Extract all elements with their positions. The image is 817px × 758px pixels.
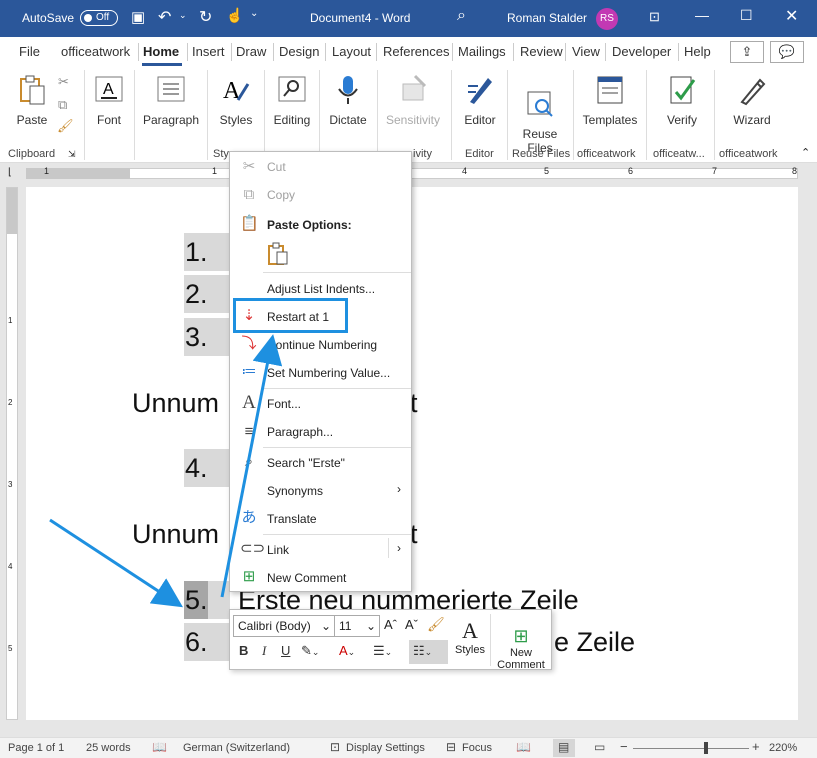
focus-icon: ⊟ (446, 740, 457, 754)
focus-mode[interactable]: Focus (462, 742, 492, 754)
status-bar: Page 1 of 1 25 words 📖 German (Switzerla… (0, 737, 817, 758)
zoom-slider[interactable] (633, 748, 749, 749)
zoom-out-icon[interactable]: − (620, 739, 628, 754)
word-count[interactable]: 25 words (86, 742, 131, 754)
display-settings-icon: ⊡ (330, 740, 341, 754)
arrow-to-item-5 (49, 518, 184, 608)
display-settings[interactable]: Display Settings (346, 742, 425, 754)
proofing-icon[interactable]: 📖 (152, 740, 167, 754)
read-mode-icon[interactable]: 📖 (516, 740, 531, 754)
zoom-slider-thumb[interactable] (704, 742, 708, 754)
annotation-arrows (49, 334, 283, 608)
zoom-in-icon[interactable]: + (752, 739, 760, 754)
arrow-to-restart-at-1 (220, 334, 283, 598)
print-layout-icon[interactable]: ▤ (558, 740, 569, 754)
language[interactable]: German (Switzerland) (183, 742, 290, 754)
page-count[interactable]: Page 1 of 1 (8, 742, 64, 754)
zoom-level[interactable]: 220% (769, 742, 797, 754)
web-layout-icon[interactable]: ▭ (594, 740, 605, 754)
